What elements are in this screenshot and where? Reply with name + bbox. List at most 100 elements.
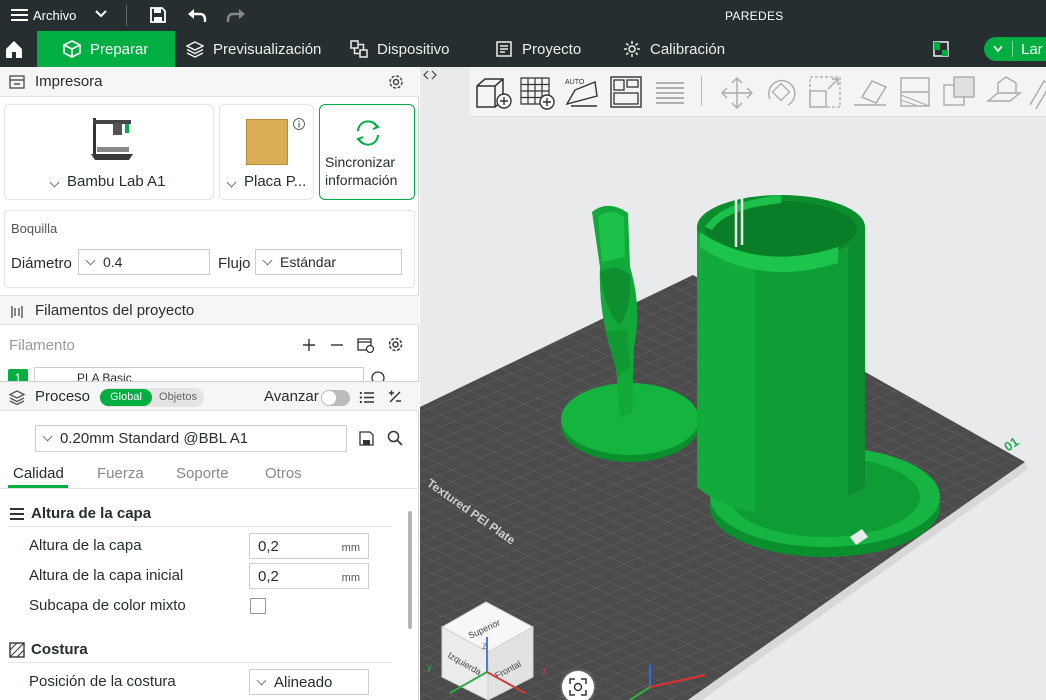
global-objects-toggle[interactable]: Global Objetos (99, 388, 204, 407)
3d-viewport[interactable]: AUTO Textured PEI Plate 01 Superior Izqu… (420, 67, 1046, 700)
archivo-menu-label[interactable]: Archivo (33, 8, 76, 23)
filament-select[interactable]: PLA Basic (34, 367, 364, 381)
build-plate-scene[interactable]: Textured PEI Plate 01 Superior Izquierda… (420, 67, 1046, 700)
tab-calibracion[interactable]: Calibración (623, 31, 725, 67)
menu-chevron-button[interactable] (94, 8, 108, 20)
sync-label-2: información (325, 172, 398, 188)
save-icon[interactable] (359, 431, 374, 446)
seam-position-select[interactable]: Alineado (249, 669, 369, 695)
hamburger-menu-button[interactable]: Archivo (11, 7, 76, 23)
toggle-objects[interactable]: Objetos (154, 389, 202, 406)
device-icon (350, 40, 368, 58)
divider (8, 526, 392, 527)
filament-index-badge[interactable]: 1 (8, 369, 28, 381)
gear-icon[interactable] (387, 336, 404, 353)
hamburger-icon (11, 9, 28, 21)
diameter-select[interactable]: 0.4 (78, 249, 210, 275)
layer-height-label: Altura de la capa (29, 537, 142, 554)
printer-card[interactable]: Bambu Lab A1 (4, 104, 214, 200)
tab-otros[interactable]: Otros (265, 465, 302, 482)
info-icon[interactable] (292, 117, 306, 131)
chevron-down-icon (95, 10, 107, 18)
plate-card[interactable]: Placa P... (219, 104, 314, 200)
toggle-global[interactable]: Global (100, 389, 152, 406)
chevron-down-icon (993, 45, 1003, 53)
divider (1012, 41, 1013, 57)
tab-previsualizacion[interactable]: Previsualización (186, 31, 321, 67)
compare-icon[interactable] (387, 389, 403, 405)
tab-dispositivo[interactable]: Dispositivo (350, 31, 450, 67)
filament-label: Filamento (9, 337, 75, 354)
layer-height-input[interactable]: 0,2 mm (249, 533, 369, 559)
cylinder-model[interactable] (697, 195, 940, 557)
undo-button[interactable] (187, 6, 207, 24)
chevron-down-icon (42, 431, 53, 442)
divider (126, 5, 127, 26)
fit-view-button[interactable] (562, 671, 594, 700)
unit-label: mm (341, 542, 360, 554)
filament-spool-icon (11, 306, 23, 318)
printer-select[interactable]: Bambu Lab A1 (49, 173, 165, 190)
process-preset-select[interactable]: 0.20mm Standard @BBL A1 (35, 425, 347, 452)
search-icon[interactable] (387, 430, 403, 446)
save-button[interactable] (149, 6, 167, 24)
save-icon (150, 7, 166, 23)
chevron-down-icon (256, 675, 267, 685)
filaments-section-header: Filamentos del proyecto (0, 295, 419, 325)
flow-value: Estándar (280, 254, 337, 270)
process-section-header: Proceso Global Objetos Avanzar (0, 381, 419, 411)
nozzle-panel: Boquilla Diámetro 0.4 Flujo Estándar (4, 210, 415, 288)
title-bar: Archivo PAREDES (0, 0, 1046, 31)
minus-icon[interactable] (329, 337, 345, 353)
switch-knob (322, 391, 336, 405)
focus-frame-icon (569, 678, 587, 696)
redo-button[interactable] (226, 6, 246, 24)
layout-toggle-button[interactable] (933, 31, 958, 67)
list-icon[interactable] (359, 390, 375, 405)
gear-icon[interactable] (388, 74, 404, 90)
diameter-label: Diámetro (11, 255, 72, 272)
preset-name: 0.20mm Standard @BBL A1 (60, 430, 249, 447)
sidebar: Impresora Bambu Lab A1 Placa P... Sincro… (0, 67, 419, 700)
redo-icon (226, 9, 245, 22)
flow-select[interactable]: Estándar (255, 249, 402, 275)
advance-label: Avanzar (264, 387, 319, 405)
cube-icon (63, 40, 81, 58)
mixed-color-sublayer-label: Subcapa de color mixto (29, 597, 186, 614)
tab-calidad[interactable]: Calidad (13, 465, 64, 482)
axis-x-label: x (542, 666, 547, 677)
mixed-color-checkbox[interactable] (250, 598, 266, 614)
sync-button[interactable]: Sincronizar información (319, 104, 415, 200)
printer-icon (9, 75, 25, 89)
plate-name: Placa P... (244, 173, 307, 190)
home-button[interactable] (0, 31, 37, 67)
chevron-down-icon (262, 255, 273, 265)
first-layer-height-input[interactable]: 0,2 mm (249, 563, 369, 589)
nozzle-title: Boquilla (11, 221, 58, 236)
slice-plate-button[interactable]: Lar (984, 37, 1046, 61)
section-title: Impresora (35, 73, 103, 90)
group-title-seam: Costura (31, 641, 88, 658)
first-layer-height-label: Altura de la capa inicial (29, 567, 184, 584)
tab-proyecto[interactable]: Proyecto (495, 31, 581, 67)
printer-section-header: Impresora (0, 67, 419, 97)
tab-soporte[interactable]: Soporte (176, 465, 229, 482)
plate-select[interactable]: Placa P... (226, 173, 307, 190)
edit-icon[interactable] (370, 370, 386, 381)
seam-position-label: Posición de la costura (29, 673, 176, 690)
diameter-value: 0.4 (103, 254, 123, 270)
sync-label-1: Sincronizar (325, 154, 396, 170)
chevron-down-icon (226, 177, 237, 188)
sidebar-scrollbar[interactable] (408, 511, 412, 629)
first-layer-height-value: 0,2 (258, 567, 279, 585)
plus-icon[interactable] (301, 337, 317, 353)
advance-switch[interactable] (321, 390, 350, 406)
project-icon (496, 41, 512, 57)
layers-icon (186, 41, 204, 58)
window-title: PAREDES (725, 9, 784, 23)
filament-sync-icon[interactable] (357, 336, 375, 354)
tab-fuerza[interactable]: Fuerza (97, 465, 144, 482)
filament-name: PLA Basic (77, 371, 132, 381)
tab-preparar[interactable]: Preparar (37, 31, 175, 67)
section-title: Filamentos del proyecto (35, 301, 195, 319)
